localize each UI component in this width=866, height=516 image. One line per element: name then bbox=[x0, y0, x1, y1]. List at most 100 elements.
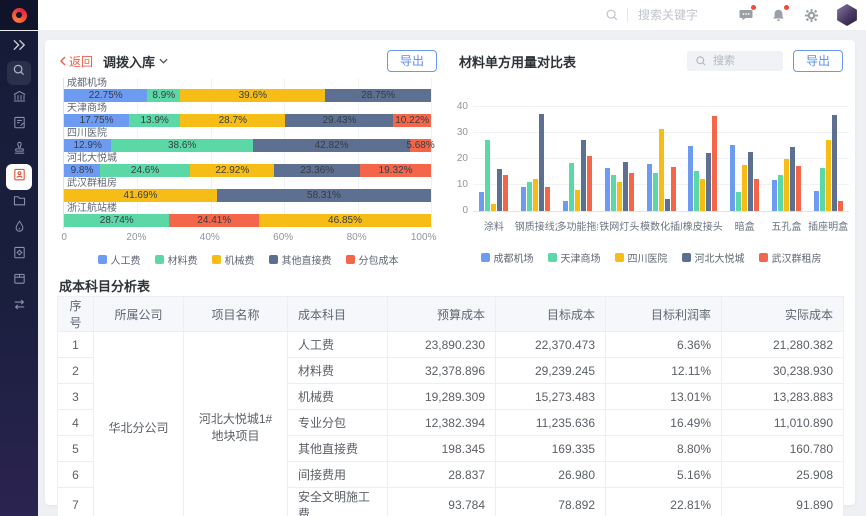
bar[interactable] bbox=[730, 145, 735, 211]
bar[interactable] bbox=[832, 115, 837, 211]
legend-item[interactable]: 成都机场 bbox=[481, 250, 534, 265]
bar[interactable] bbox=[545, 187, 550, 211]
bar-segment[interactable]: 39.6% bbox=[180, 89, 325, 102]
legend-item[interactable]: 天津商场 bbox=[548, 250, 601, 265]
bar-segment[interactable]: 22.92% bbox=[190, 164, 274, 177]
bar[interactable] bbox=[784, 159, 789, 211]
bar[interactable] bbox=[778, 175, 783, 211]
bar[interactable] bbox=[712, 116, 717, 211]
bar[interactable] bbox=[772, 180, 777, 211]
bar[interactable] bbox=[754, 179, 759, 212]
bar-segment[interactable]: 58.31% bbox=[217, 189, 431, 202]
bar[interactable] bbox=[503, 175, 508, 211]
bar[interactable] bbox=[814, 191, 819, 211]
bar-segment[interactable]: 46.85% bbox=[259, 214, 431, 227]
material-search-box[interactable] bbox=[687, 51, 783, 71]
bar-segment[interactable]: 38.6% bbox=[111, 139, 253, 152]
bar[interactable] bbox=[527, 182, 532, 211]
bar[interactable] bbox=[665, 199, 670, 211]
gear-icon[interactable] bbox=[803, 7, 820, 24]
bar[interactable] bbox=[796, 166, 801, 211]
bar-segment[interactable]: 29.43% bbox=[285, 114, 393, 127]
bar[interactable] bbox=[736, 192, 741, 211]
bar[interactable] bbox=[659, 129, 664, 211]
legend-item[interactable]: 分包成本 bbox=[346, 252, 399, 267]
bar[interactable] bbox=[820, 168, 825, 211]
bar[interactable] bbox=[694, 171, 699, 211]
bar-segment[interactable]: 23.36% bbox=[274, 164, 360, 177]
bar[interactable] bbox=[826, 140, 831, 211]
sidebar-item-clipboard-edit[interactable] bbox=[0, 112, 38, 137]
bar[interactable] bbox=[575, 190, 580, 211]
bar[interactable] bbox=[748, 152, 753, 211]
bar[interactable] bbox=[479, 192, 484, 211]
bar[interactable] bbox=[653, 173, 658, 211]
app-logo[interactable] bbox=[0, 0, 38, 30]
bar-segment[interactable]: 9.8% bbox=[64, 164, 100, 177]
bar-segment[interactable]: 28.74% bbox=[64, 214, 169, 227]
user-avatar[interactable] bbox=[836, 4, 858, 26]
bar[interactable] bbox=[569, 163, 574, 211]
bar[interactable] bbox=[688, 146, 693, 211]
bar[interactable] bbox=[838, 201, 843, 211]
bar[interactable] bbox=[623, 162, 628, 211]
bar[interactable] bbox=[485, 140, 490, 212]
export-button-right[interactable]: 导出 bbox=[793, 50, 843, 72]
legend-item[interactable]: 机械费 bbox=[212, 252, 255, 267]
bar[interactable] bbox=[629, 173, 634, 211]
bar-segment[interactable]: 22.75% bbox=[64, 89, 147, 102]
sidebar-item-search[interactable] bbox=[0, 60, 38, 85]
bar[interactable] bbox=[647, 164, 652, 211]
bar[interactable] bbox=[521, 187, 526, 211]
sidebar-item-package[interactable] bbox=[0, 268, 38, 293]
bar-segment[interactable]: 19.32% bbox=[360, 164, 431, 177]
material-search-input[interactable] bbox=[711, 54, 775, 68]
bar-segment[interactable]: 12.9% bbox=[64, 139, 111, 152]
bar[interactable] bbox=[581, 140, 586, 211]
bar[interactable] bbox=[742, 165, 747, 211]
bar[interactable] bbox=[587, 156, 592, 211]
legend-item[interactable]: 人工费 bbox=[98, 252, 141, 267]
legend-item[interactable]: 材料费 bbox=[155, 252, 198, 267]
bar[interactable] bbox=[611, 175, 616, 211]
sidebar-item-folder[interactable] bbox=[0, 190, 38, 215]
bar-segment[interactable]: 28.75% bbox=[325, 89, 431, 102]
bar-segment[interactable]: 17.75% bbox=[64, 114, 129, 127]
sidebar-item-bank[interactable] bbox=[0, 86, 38, 111]
global-search-input[interactable] bbox=[636, 7, 750, 23]
sidebar-item-drop[interactable] bbox=[0, 216, 38, 241]
sidebar-item-stamp[interactable] bbox=[0, 138, 38, 163]
legend-item[interactable]: 武汉群租房 bbox=[759, 250, 822, 265]
bar-segment[interactable]: 24.6% bbox=[100, 164, 190, 177]
bar-segment[interactable]: 42.82% bbox=[253, 139, 410, 152]
bar[interactable] bbox=[533, 179, 538, 211]
allocation-title-dropdown[interactable]: 调拨入库 bbox=[103, 52, 168, 71]
legend-item[interactable]: 河北大悦城 bbox=[682, 250, 745, 265]
bar-segment[interactable]: 41.69% bbox=[64, 189, 217, 202]
sidebar-item-material[interactable] bbox=[0, 164, 38, 189]
sidebar-item-clipboard-gear[interactable] bbox=[0, 242, 38, 267]
bar[interactable] bbox=[671, 167, 676, 211]
bar-segment[interactable]: 13.9% bbox=[129, 114, 180, 127]
back-button[interactable]: 返回 bbox=[59, 53, 93, 70]
bar[interactable] bbox=[790, 147, 795, 211]
sidebar-item-expand[interactable] bbox=[0, 34, 38, 59]
bar[interactable] bbox=[706, 153, 711, 212]
bar[interactable] bbox=[700, 179, 705, 211]
bar[interactable] bbox=[539, 114, 544, 211]
bar[interactable] bbox=[491, 204, 496, 211]
bar-segment[interactable]: 10.22% bbox=[393, 114, 431, 127]
export-button-left[interactable]: 导出 bbox=[387, 50, 437, 72]
legend-item[interactable]: 四川医院 bbox=[615, 250, 668, 265]
bar-segment[interactable]: 5.68% bbox=[410, 139, 431, 152]
bar[interactable] bbox=[605, 168, 610, 211]
bar[interactable] bbox=[563, 201, 568, 211]
sidebar-item-transfer[interactable] bbox=[0, 294, 38, 319]
bar[interactable] bbox=[497, 169, 502, 211]
bar-segment[interactable]: 24.41% bbox=[169, 214, 259, 227]
bar-segment[interactable]: 28.7% bbox=[180, 114, 285, 127]
bar-segment[interactable]: 8.9% bbox=[147, 89, 180, 102]
bell-icon[interactable] bbox=[770, 7, 787, 24]
message-icon[interactable] bbox=[737, 7, 754, 24]
global-search[interactable] bbox=[605, 0, 750, 30]
